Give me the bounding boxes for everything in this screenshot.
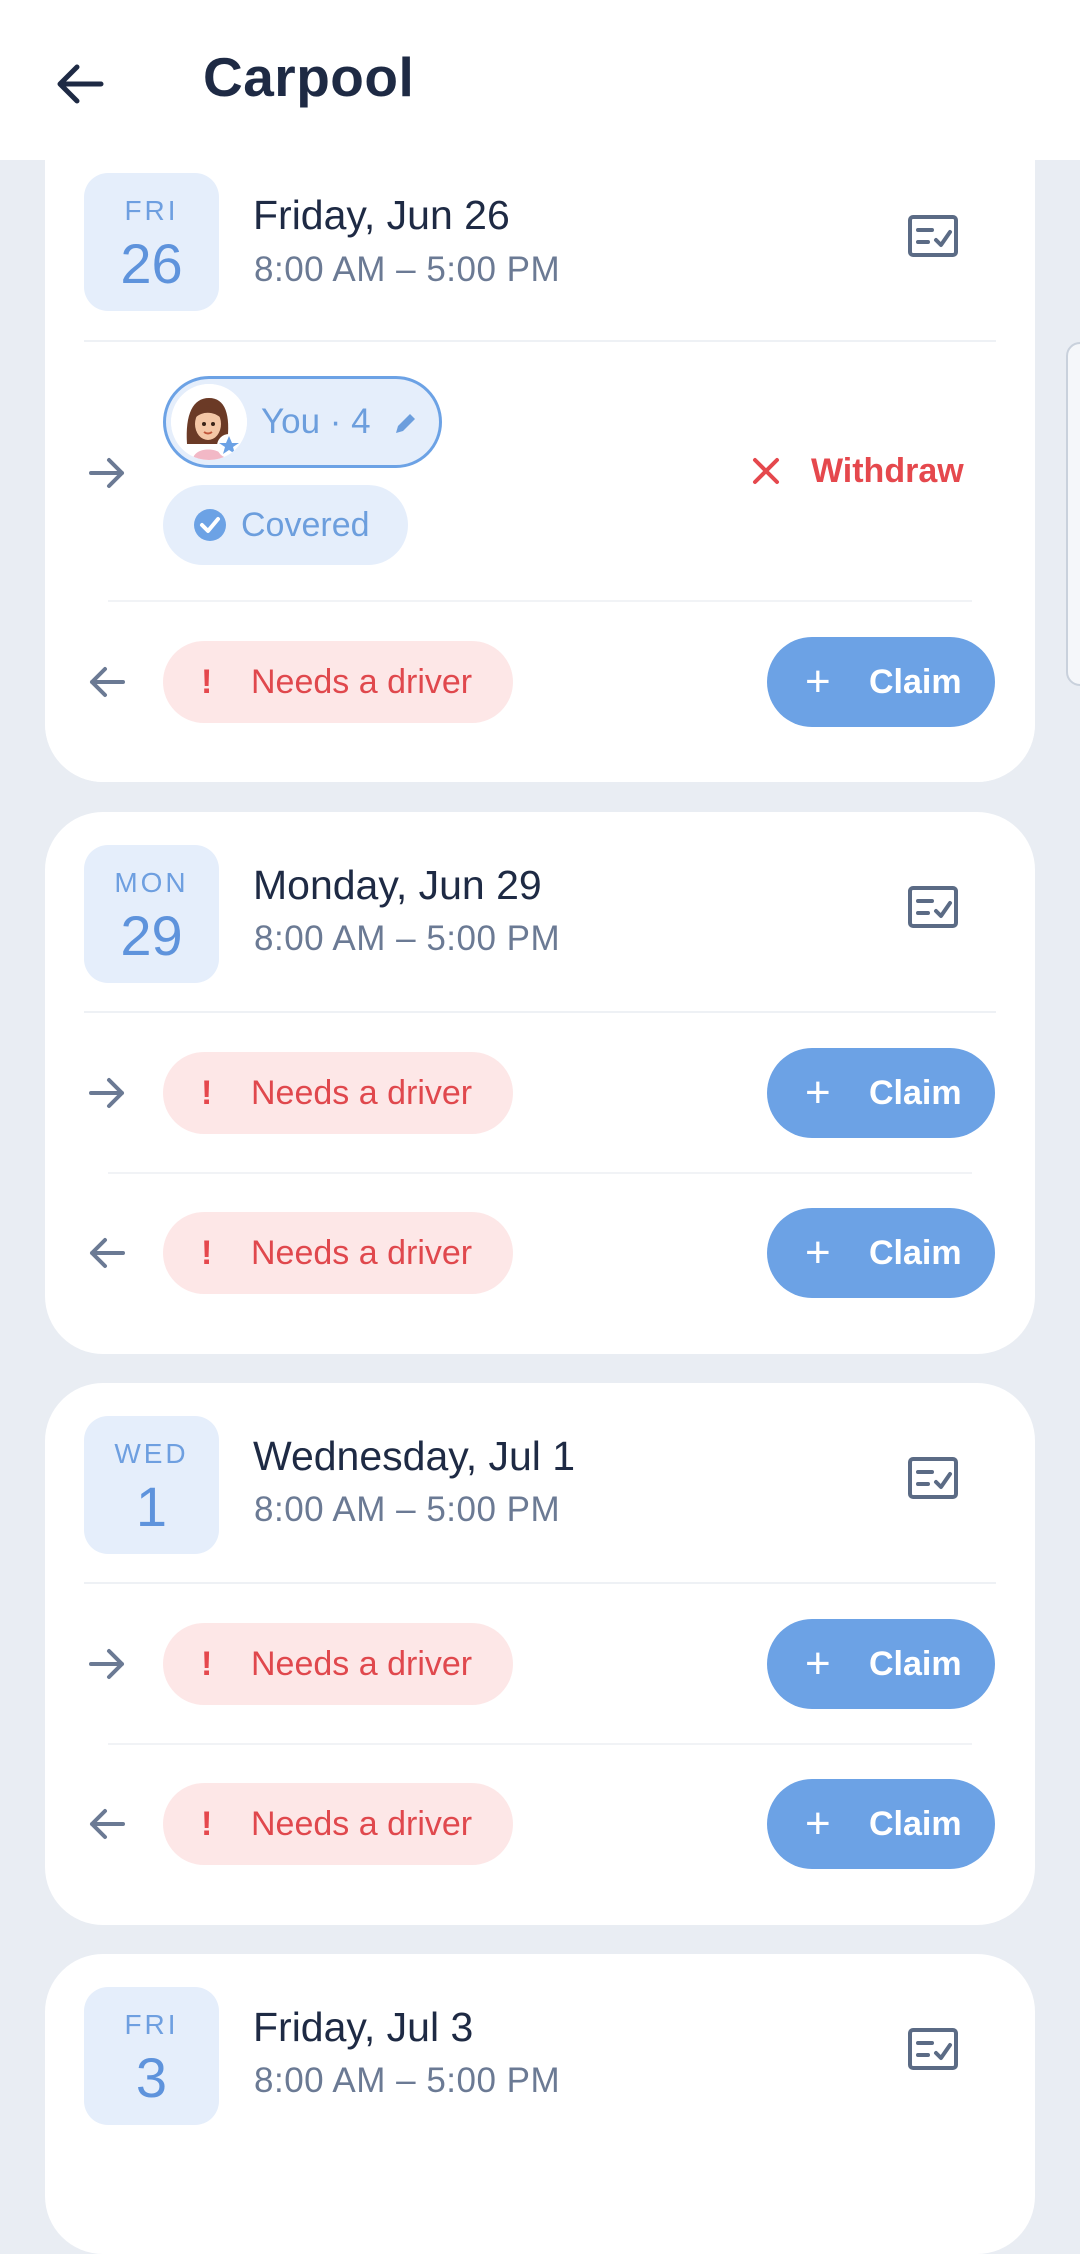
checklist-icon [908, 1457, 958, 1499]
page-title: Carpool [203, 46, 415, 108]
date-weekday: WED [114, 1438, 189, 1469]
plus-icon: + [805, 1228, 831, 1277]
plus-icon: + [805, 657, 831, 706]
date-weekday: FRI [124, 195, 179, 226]
time-range: 8:00 AM – 5:00 PM [254, 919, 561, 958]
you-label: You · 4 [261, 402, 371, 441]
plus-icon: + [805, 1068, 831, 1117]
needs-driver-badge: ! Needs a driver [163, 641, 513, 723]
date-badge: FRI 26 [84, 173, 219, 311]
claim-button[interactable]: + Claim [767, 637, 995, 727]
divider [108, 1172, 972, 1174]
alert-icon: ! [201, 1073, 213, 1112]
plus-icon: + [805, 1639, 831, 1688]
alert-icon: ! [201, 1644, 213, 1683]
alert-icon: ! [201, 1804, 213, 1843]
date-weekday: FRI [124, 2009, 179, 2040]
date-badge: WED 1 [84, 1416, 219, 1554]
date-badge: FRI 3 [84, 1987, 219, 2125]
checklist-icon [908, 886, 958, 928]
needs-driver-badge: ! Needs a driver [163, 1052, 513, 1134]
close-icon [753, 458, 779, 484]
checklist-icon [908, 2028, 958, 2070]
claim-button[interactable]: + Claim [767, 1208, 995, 1298]
divider [84, 1011, 996, 1013]
checklist-icon [908, 215, 958, 257]
time-range: 8:00 AM – 5:00 PM [254, 250, 561, 289]
checklist-button[interactable] [903, 877, 963, 937]
claim-button[interactable]: + Claim [767, 1048, 995, 1138]
divider [84, 340, 996, 342]
date-day-number: 3 [135, 2046, 168, 2109]
day-card-jul-3: FRI 3 Friday, Jul 3 8:00 AM – 5:00 PM [45, 1954, 1035, 2254]
date-full-label: Monday, Jun 29 [253, 862, 542, 908]
alert-icon: ! [201, 1233, 213, 1272]
needs-driver-badge: ! Needs a driver [163, 1212, 513, 1294]
avatar [171, 384, 247, 460]
withdraw-button[interactable]: Withdraw [751, 441, 1001, 501]
pencil-icon [396, 414, 415, 433]
needs-driver-badge: ! Needs a driver [163, 1623, 513, 1705]
alert-icon: ! [201, 662, 213, 701]
checklist-button[interactable] [903, 1448, 963, 1508]
day-card-jun-26: FRI 26 Friday, Jun 26 8:00 AM – 5:00 PM [45, 112, 1035, 782]
arrow-right-icon [85, 1071, 129, 1115]
date-full-label: Friday, Jun 26 [253, 192, 510, 238]
arrow-left-icon [57, 64, 104, 104]
day-card-jul-1: WED 1 Wednesday, Jul 1 8:00 AM – 5:00 PM… [45, 1383, 1035, 1925]
scroll-handle[interactable] [1066, 342, 1080, 686]
date-full-label: Wednesday, Jul 1 [253, 1433, 576, 1479]
arrow-left-icon [85, 1802, 129, 1846]
date-badge: MON 29 [84, 845, 219, 983]
day-card-jun-29: MON 29 Monday, Jun 29 8:00 AM – 5:00 PM … [45, 812, 1035, 1354]
date-full-label: Friday, Jul 3 [253, 2004, 474, 2050]
covered-status: Covered [163, 485, 408, 565]
time-range: 8:00 AM – 5:00 PM [254, 2061, 561, 2100]
divider [84, 1582, 996, 1584]
arrow-right-icon [85, 451, 129, 495]
date-day-number: 29 [120, 904, 183, 967]
claim-button[interactable]: + Claim [767, 1779, 995, 1869]
arrow-right-icon [85, 1642, 129, 1686]
driver-chip-you[interactable]: You · 4 [163, 376, 442, 468]
date-weekday: MON [114, 867, 189, 898]
needs-driver-badge: ! Needs a driver [163, 1783, 513, 1865]
check-circle-icon [194, 509, 226, 541]
claim-button[interactable]: + Claim [767, 1619, 995, 1709]
divider [108, 1743, 972, 1745]
arrow-left-icon [85, 1231, 129, 1275]
date-day-number: 1 [135, 1475, 168, 1538]
app-header: Carpool [0, 0, 1080, 160]
checklist-button[interactable] [903, 2019, 963, 2079]
date-day-number: 26 [120, 232, 183, 295]
time-range: 8:00 AM – 5:00 PM [254, 1490, 561, 1529]
divider [108, 600, 972, 602]
back-button[interactable] [48, 52, 112, 116]
plus-icon: + [805, 1799, 831, 1848]
checklist-button[interactable] [903, 206, 963, 266]
arrow-left-icon [85, 660, 129, 704]
covered-label: Covered [241, 505, 370, 544]
